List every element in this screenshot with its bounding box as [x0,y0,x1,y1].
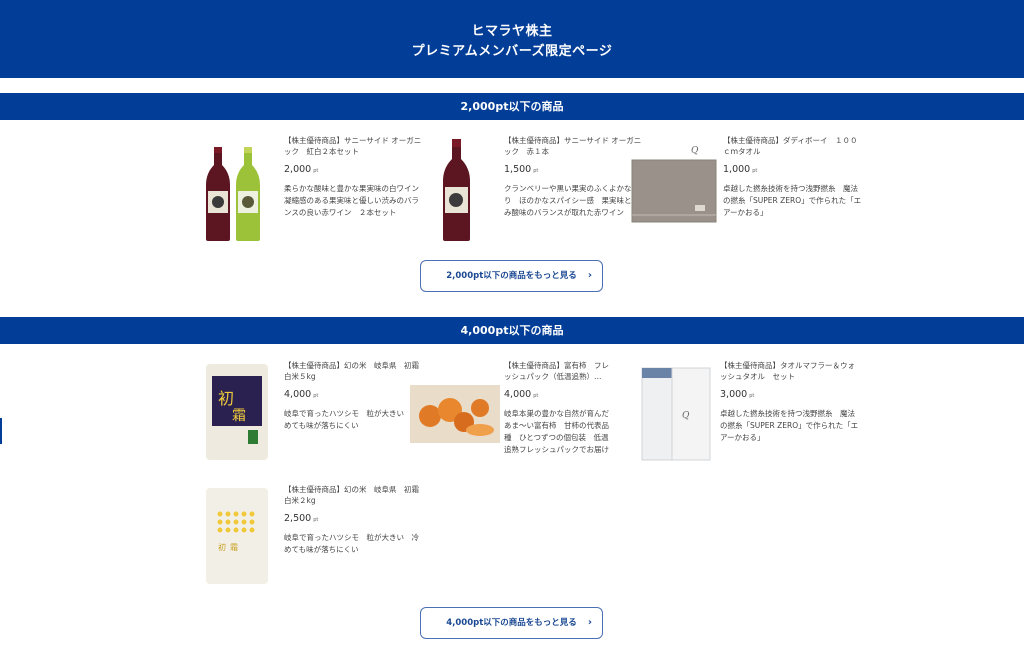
points-unit: pt [533,168,539,174]
section-heading-4000pt: 4,000pt以下の商品 [0,317,1024,344]
product-description: 柔らかな酸味と豊かな果実味の白ワイン 凝縮感のある果実味と優しい渋みのバランスの… [284,184,424,217]
svg-text:霜: 霜 [232,408,246,424]
red-wine-image [443,139,470,241]
persimmon-image [410,385,500,443]
points-unit: pt [749,393,755,399]
edge-marker [0,418,2,444]
product-description: 卓越した撚糸技術を持つ浅野撚糸 魔法の撚糸「SUPER ZERO」で作られた「エ… [723,184,862,217]
page-header: ヒマラヤ株主 プレミアムメンバーズ限定ページ [0,0,1024,78]
more-2000pt-button[interactable]: 2,000pt以下の商品をもっと見る › [420,260,603,292]
towel-image: Q [631,146,717,223]
product-card[interactable]: 【株主優待商品】富有柿 フレッシュパック（低温追熟）… 4,000 pt 岐阜本巣… [410,360,610,470]
product-points: 3,000 pt [720,389,860,403]
product-card[interactable]: Q 【株主優待商品】ダディボーイ １００ｃｍタオル 1,000 pt 卓越した撚糸… [631,135,871,245]
product-description: 岐阜で育ったハツシモ 粒が大きい 冷めても味が落ちにくい [284,409,419,430]
towel-set-image: Q [641,367,711,461]
svg-text:霜: 霜 [230,543,238,552]
svg-text:Q: Q [682,411,690,421]
section-heading-2000pt: 2,000pt以下の商品 [0,93,1024,120]
product-description: 岐阜本巣の豊かな自然が育んだあま〜い富有柿 甘柿の代表品種 ひとつずつの個包装 … [504,409,609,454]
product-description: 卓越した撚糸技術を持つ浅野撚糸 魔法の撚糸「SUPER ZERO」で作られた「エ… [720,409,859,442]
product-card[interactable]: 【株主優待商品】サニーサイド オーガニック 紅白２本セット 2,000 pt 柔ら… [204,135,424,245]
points-value: 1,500 [504,164,532,175]
points-unit: pt [313,393,319,399]
chevron-right-icon: › [587,617,592,628]
rice-5kg-image: 初 霜 [206,364,268,460]
points-value: 3,000 [720,389,748,400]
wine-pair-image [204,135,276,245]
header-title-line2: プレミアムメンバーズ限定ページ [411,44,613,59]
product-name[interactable]: 【株主優待商品】富有柿 フレッシュパック（低温追熟）… [504,360,610,384]
product-card[interactable]: 初 霜 【株主優待商品】幻の米 岐阜県 初霜 白米２kg 2,500 pt 岐阜で… [204,484,424,594]
points-unit: pt [313,168,319,174]
points-value: 2,500 [284,513,312,524]
more-4000pt-button[interactable]: 4,000pt以下の商品をもっと見る › [420,607,603,639]
product-name[interactable]: 【株主優待商品】サニーサイド オーガニック 赤１本 [504,135,644,159]
product-points: 1,000 pt [723,164,863,178]
product-name[interactable]: 【株主優待商品】幻の米 岐阜県 初霜 白米２kg [284,484,424,508]
product-card[interactable]: 【株主優待商品】サニーサイド オーガニック 赤１本 1,500 pt クランベリー… [424,135,644,245]
rice-2kg-image: 初 霜 [206,488,268,584]
points-unit: pt [752,168,758,174]
product-points: 2,500 pt [284,513,424,527]
product-card[interactable]: Q 【株主優待商品】タオルマフラー＆ウォッシュタオル セット 3,000 pt 卓… [640,360,870,470]
points-unit: pt [313,517,319,523]
product-points: 2,000 pt [284,164,424,178]
product-name[interactable]: 【株主優待商品】サニーサイド オーガニック 紅白２本セット [284,135,424,159]
product-points: 4,000 pt [284,389,424,403]
points-value: 4,000 [284,389,312,400]
points-value: 1,000 [723,164,751,175]
more-button-label: 2,000pt以下の商品をもっと見る [446,271,577,281]
header-title-line1: ヒマラヤ株主 [471,24,553,39]
product-description: クランベリーや黒い果実のふくよかな香り ほのかなスパイシー感 果実味と渋み酸味の… [504,184,639,217]
more-button-label: 4,000pt以下の商品をもっと見る [446,618,577,628]
product-name[interactable]: 【株主優待商品】タオルマフラー＆ウォッシュタオル セット [720,360,860,384]
svg-text:初: 初 [218,542,226,552]
product-points: 1,500 pt [504,164,644,178]
chevron-right-icon: › [587,270,592,281]
product-points: 4,000 pt [504,389,610,403]
product-card[interactable]: 初 霜 【株主優待商品】幻の米 岐阜県 初霜 白米５kg 4,000 pt 岐阜で… [204,360,424,470]
product-description: 岐阜で育ったハツシモ 粒が大きい 冷めても味が落ちにくい [284,533,419,554]
product-name[interactable]: 【株主優待商品】幻の米 岐阜県 初霜 白米５kg [284,360,424,384]
points-unit: pt [533,393,539,399]
product-name[interactable]: 【株主優待商品】ダディボーイ １００ｃｍタオル [723,135,863,159]
points-value: 2,000 [284,164,312,175]
points-value: 4,000 [504,389,532,400]
svg-text:初: 初 [218,389,234,408]
svg-text:Q: Q [691,146,699,156]
